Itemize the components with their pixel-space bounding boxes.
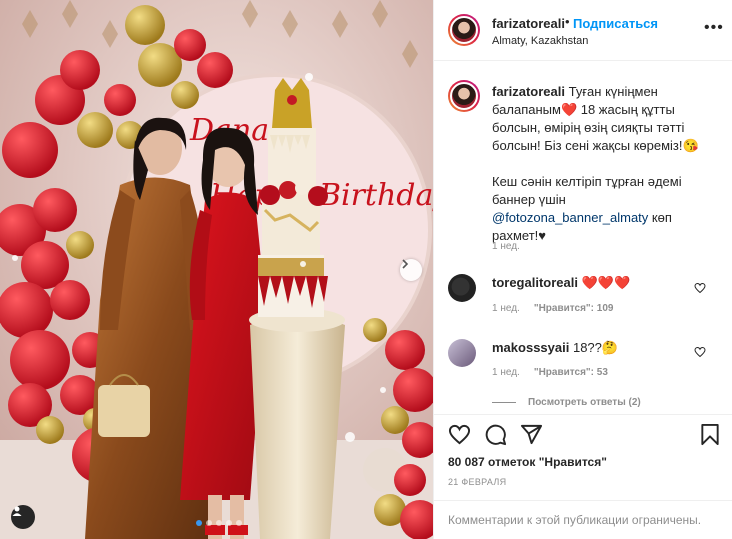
comment-meta: 1 нед. "Нравится": 109 — [492, 303, 613, 314]
carousel-dot — [216, 520, 222, 526]
commenter-username[interactable]: makosssyaii — [492, 340, 569, 355]
carousel-dot — [236, 520, 242, 526]
caption-emoji: ❤️ — [560, 102, 578, 117]
carousel-next-button[interactable] — [400, 259, 422, 281]
post-header: farizatoreali • Подписаться Almaty, Kaza… — [434, 0, 732, 61]
photo-image: Dana Happy Birthday! — [0, 0, 433, 539]
comment-likes[interactable]: "Нравится": 109 — [534, 303, 614, 314]
replies-divider — [492, 402, 516, 403]
location-link[interactable]: Almaty, Kazakhstan — [492, 35, 588, 47]
post-side-panel: farizatoreali • Подписаться Almaty, Kaza… — [433, 0, 732, 539]
like-comment-icon[interactable] — [694, 346, 706, 358]
mention-link[interactable]: @fotozona_banner_almaty — [492, 210, 648, 225]
chevron-right-icon — [402, 259, 409, 269]
post-caption: farizatoreali Туған күніңмен балапаным❤️… — [492, 83, 717, 245]
bookmark-icon[interactable] — [700, 423, 720, 446]
author-username[interactable]: farizatoreali — [492, 16, 565, 31]
caption-time[interactable]: 1 нед. — [492, 241, 520, 252]
caption-text: Кеш сәнін келтіріп тұрған әдемі баннер ү… — [492, 174, 682, 207]
comment-time[interactable]: 1 нед. — [492, 303, 520, 314]
post-photo[interactable]: Dana Happy Birthday! — [0, 0, 433, 539]
post-actions: 80 087 отметок "Нравится" 21 ФЕВРАЛЯ — [434, 414, 732, 510]
comment-icon[interactable] — [484, 423, 507, 446]
caption-emoji: 😘 — [682, 138, 699, 153]
comment-text: 18?? — [572, 340, 602, 355]
comment-body: toregalitoreali ❤️❤️❤️ — [492, 274, 630, 292]
comment-text: ❤️❤️❤️ — [581, 275, 631, 290]
author-avatar[interactable] — [448, 14, 480, 46]
comment-likes[interactable]: "Нравится": 53 — [534, 367, 608, 378]
commenter-avatar[interactable] — [448, 274, 476, 302]
carousel-dot — [196, 520, 202, 526]
comments-section: farizatoreali Туған күніңмен балапаным❤️… — [434, 62, 732, 414]
likes-count[interactable]: 80 087 отметок "Нравится" — [448, 455, 607, 469]
caption-avatar[interactable] — [448, 80, 480, 112]
comments-restricted-text: Комментарии к этой публикации ограничены… — [448, 513, 702, 527]
share-icon[interactable] — [520, 423, 543, 446]
post-date[interactable]: 21 ФЕВРАЛЯ — [448, 477, 506, 487]
like-comment-icon[interactable] — [694, 282, 706, 294]
tagged-users-button[interactable] — [11, 505, 35, 529]
view-replies-button[interactable]: Посмотреть ответы (2) — [492, 397, 641, 408]
like-icon[interactable] — [448, 423, 471, 446]
comment-restricted-bar: Комментарии к этой публикации ограничены… — [434, 500, 732, 539]
comment-time[interactable]: 1 нед. — [492, 367, 520, 378]
follow-button[interactable]: Подписаться — [573, 16, 658, 31]
header-separator: • — [565, 14, 570, 29]
commenter-username[interactable]: toregalitoreali — [492, 275, 578, 290]
commenter-avatar[interactable] — [448, 339, 476, 367]
comment-body: makosssyaii 18??🤔 — [492, 339, 618, 357]
carousel-dot — [226, 520, 232, 526]
carousel-indicator — [196, 520, 242, 526]
caption-emoji: ♥ — [538, 228, 546, 243]
carousel-dot — [206, 520, 212, 526]
view-replies-label: Посмотреть ответы (2) — [528, 397, 641, 408]
caption-username[interactable]: farizatoreali — [492, 84, 565, 99]
comment-meta: 1 нед. "Нравится": 53 — [492, 367, 608, 378]
comment-emoji: 🤔 — [601, 340, 619, 355]
user-icon — [12, 506, 22, 516]
more-options-icon[interactable]: ••• — [704, 20, 724, 36]
